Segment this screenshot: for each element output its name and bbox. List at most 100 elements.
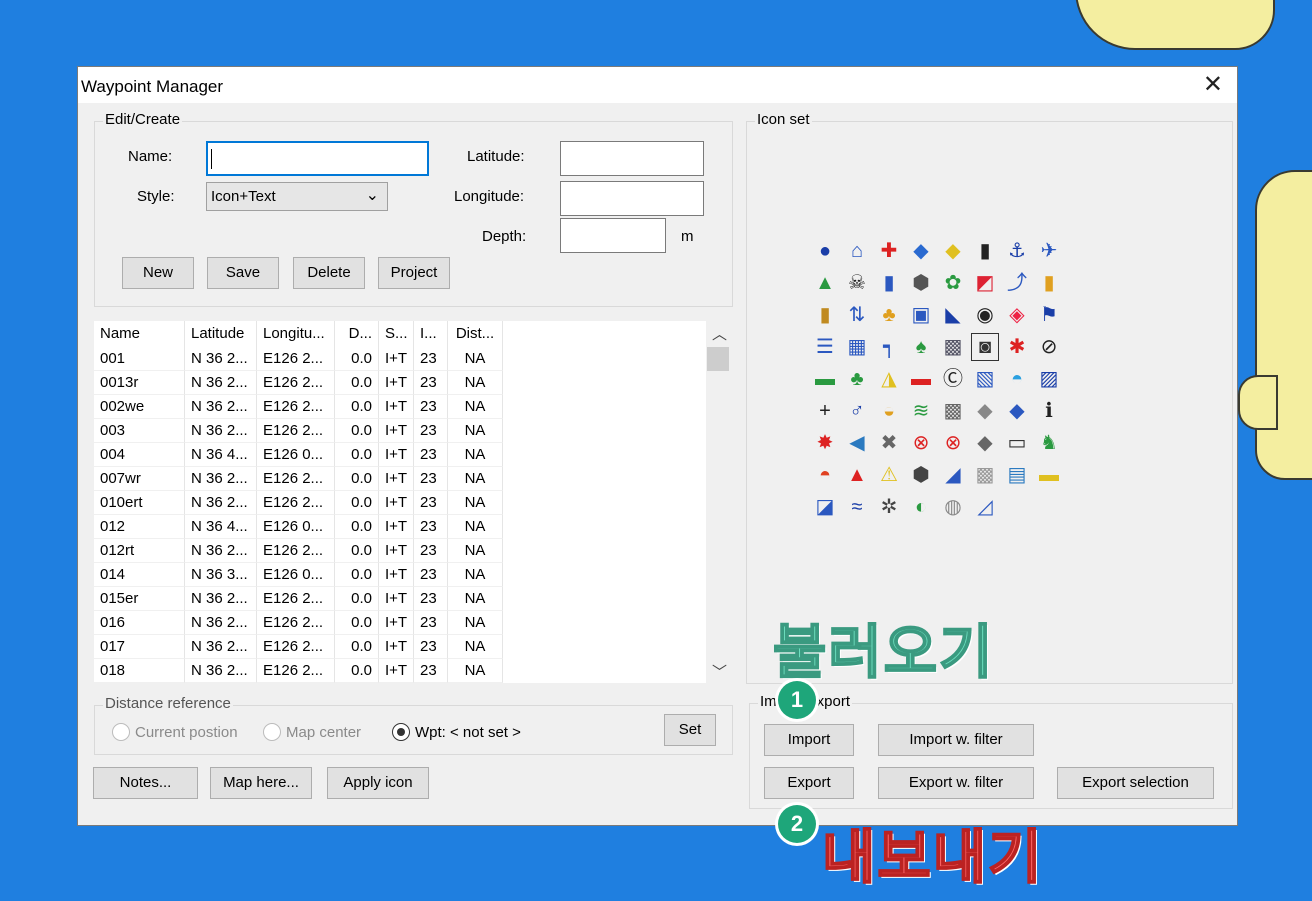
- swimmer-icon[interactable]: ♂: [843, 397, 871, 425]
- depth-field[interactable]: [560, 218, 666, 253]
- bird-icon[interactable]: ◆: [971, 397, 999, 425]
- warning-icon[interactable]: ⚠: [875, 461, 903, 489]
- swim-icon[interactable]: ≈: [843, 493, 871, 521]
- column-header-icon[interactable]: I...: [414, 321, 448, 347]
- info-icon[interactable]: ℹ: [1035, 397, 1063, 425]
- fish-icon[interactable]: ◆: [907, 237, 935, 265]
- ring-icon[interactable]: ◐: [907, 493, 935, 521]
- no-entry-icon[interactable]: ⊘: [1035, 333, 1063, 361]
- ski-icon[interactable]: ◿: [971, 493, 999, 521]
- column-header-depth[interactable]: D...: [335, 321, 379, 347]
- column-header-longitude[interactable]: Longitu...: [257, 321, 335, 347]
- bench-icon[interactable]: ▭: [1003, 429, 1031, 457]
- table-row[interactable]: 001 N 36 2... E126 2... 0.0 I+T 23 NA: [94, 347, 730, 371]
- table-row[interactable]: 014 N 36 3... E126 0... 0.0 I+T 23 NA: [94, 563, 730, 587]
- wave-icon[interactable]: ▨: [1035, 365, 1063, 393]
- faucet-icon[interactable]: ┑: [875, 333, 903, 361]
- sunset-icon[interactable]: ▲: [843, 461, 871, 489]
- export-selection-button[interactable]: Export selection: [1057, 767, 1214, 799]
- c-box-icon[interactable]: ▣: [907, 301, 935, 329]
- fuel-icon[interactable]: ▮: [875, 269, 903, 297]
- beacon-icon[interactable]: ◮: [875, 365, 903, 393]
- cross-icon[interactable]: ✚: [875, 237, 903, 265]
- anchor-icon[interactable]: ⚓: [1003, 237, 1031, 265]
- table-row[interactable]: 016 N 36 2... E126 2... 0.0 I+T 23 NA: [94, 611, 730, 635]
- import-with-filter-button[interactable]: Import w. filter: [878, 724, 1034, 756]
- knife-icon[interactable]: ◪: [811, 493, 839, 521]
- table-row[interactable]: 004 N 36 4... E126 0... 0.0 I+T 23 NA: [94, 443, 730, 467]
- shell-icon[interactable]: ◍: [939, 493, 967, 521]
- target-icon[interactable]: ◉: [971, 301, 999, 329]
- duck-icon[interactable]: ◆: [939, 237, 967, 265]
- lobster-icon[interactable]: ✸: [811, 429, 839, 457]
- bottle-icon[interactable]: ▮: [811, 301, 839, 329]
- lighthouse-icon[interactable]: ▮: [971, 237, 999, 265]
- tree-icon[interactable]: ♠: [907, 333, 935, 361]
- circle-icon[interactable]: ●: [811, 237, 839, 265]
- shark-icon[interactable]: ◀: [843, 429, 871, 457]
- hook-icon[interactable]: ⤴: [1003, 269, 1031, 297]
- fish-gray-icon[interactable]: ◆: [971, 429, 999, 457]
- name-input[interactable]: [208, 143, 427, 174]
- marlin-icon[interactable]: ◢: [939, 461, 967, 489]
- waypoint-table[interactable]: Name Latitude Longitu... D... S... I... …: [94, 321, 730, 683]
- flag-diag-icon[interactable]: ◩: [971, 269, 999, 297]
- column-header-style[interactable]: S...: [379, 321, 414, 347]
- shower-icon[interactable]: ▦: [843, 333, 871, 361]
- turtle-icon[interactable]: ▬: [811, 365, 839, 393]
- car-icon[interactable]: ▬: [907, 365, 935, 393]
- close-icon[interactable]: ✕: [1203, 71, 1223, 99]
- sail-icon[interactable]: ◣: [939, 301, 967, 329]
- scroll-thumb[interactable]: [707, 347, 729, 371]
- export-with-filter-button[interactable]: Export w. filter: [878, 767, 1034, 799]
- new-button[interactable]: New: [122, 257, 194, 289]
- style-select[interactable]: Icon+Text ⌄: [206, 182, 388, 211]
- column-header-name[interactable]: Name: [94, 321, 185, 347]
- stones-icon[interactable]: ⬢: [907, 461, 935, 489]
- diamond-icon[interactable]: ◈: [1003, 301, 1031, 329]
- no-anchor-icon[interactable]: ⊗: [907, 429, 935, 457]
- bowl-icon[interactable]: ◒: [875, 397, 903, 425]
- fountain-icon[interactable]: ◓: [1003, 365, 1031, 393]
- name-field[interactable]: [206, 141, 429, 176]
- table-row[interactable]: 012rt N 36 2... E126 2... 0.0 I+T 23 NA: [94, 539, 730, 563]
- scroll-down-icon[interactable]: ﹀: [712, 661, 727, 682]
- current-position-radio[interactable]: Current postion: [112, 723, 238, 741]
- table-row[interactable]: 012 N 36 4... E126 0... 0.0 I+T 23 NA: [94, 515, 730, 539]
- seaweed-icon[interactable]: ≋: [907, 397, 935, 425]
- longitude-field[interactable]: [560, 181, 704, 216]
- tent-icon[interactable]: ▲: [811, 269, 839, 297]
- import-button[interactable]: Import: [764, 724, 854, 756]
- column-header-distance[interactable]: Dist...: [448, 321, 503, 347]
- longitude-input[interactable]: [561, 182, 703, 215]
- gear-icon[interactable]: ✲: [875, 493, 903, 521]
- apply-icon-button[interactable]: Apply icon: [327, 767, 429, 799]
- grid-icon[interactable]: ▩: [939, 333, 967, 361]
- save-button[interactable]: Save: [207, 257, 279, 289]
- weed-icon[interactable]: ✿: [939, 269, 967, 297]
- delete-button[interactable]: Delete: [293, 257, 365, 289]
- reef-icon[interactable]: ▩: [939, 397, 967, 425]
- plus-icon[interactable]: +: [811, 397, 839, 425]
- island-icon[interactable]: ♣: [843, 365, 871, 393]
- camera-icon[interactable]: ◙: [971, 333, 999, 361]
- skull-icon[interactable]: ☠: [843, 269, 871, 297]
- latitude-input[interactable]: [561, 142, 703, 175]
- pool-icon[interactable]: ▤: [1003, 461, 1031, 489]
- list-icon[interactable]: ☰: [811, 333, 839, 361]
- table-row[interactable]: 017 N 36 2... E126 2... 0.0 I+T 23 NA: [94, 635, 730, 659]
- table-row[interactable]: 018 N 36 2... E126 2... 0.0 I+T 23 NA: [94, 659, 730, 683]
- sitting-icon[interactable]: ♞: [1035, 429, 1063, 457]
- table-row[interactable]: 003 N 36 2... E126 2... 0.0 I+T 23 NA: [94, 419, 730, 443]
- blue-flag-icon[interactable]: ⚑: [1035, 301, 1063, 329]
- scroll-up-icon[interactable]: ︿: [712, 323, 727, 344]
- set-button[interactable]: Set: [664, 714, 716, 746]
- table-row[interactable]: 002we N 36 2... E126 2... 0.0 I+T 23 NA: [94, 395, 730, 419]
- notes-button[interactable]: Notes...: [93, 767, 198, 799]
- project-button[interactable]: Project: [378, 257, 450, 289]
- table-row[interactable]: 0013r N 36 2... E126 2... 0.0 I+T 23 NA: [94, 371, 730, 395]
- arrows-icon[interactable]: ⇅: [843, 301, 871, 329]
- mug-icon[interactable]: ▮: [1035, 269, 1063, 297]
- raft-icon[interactable]: ▬: [1035, 461, 1063, 489]
- latitude-field[interactable]: [560, 141, 704, 176]
